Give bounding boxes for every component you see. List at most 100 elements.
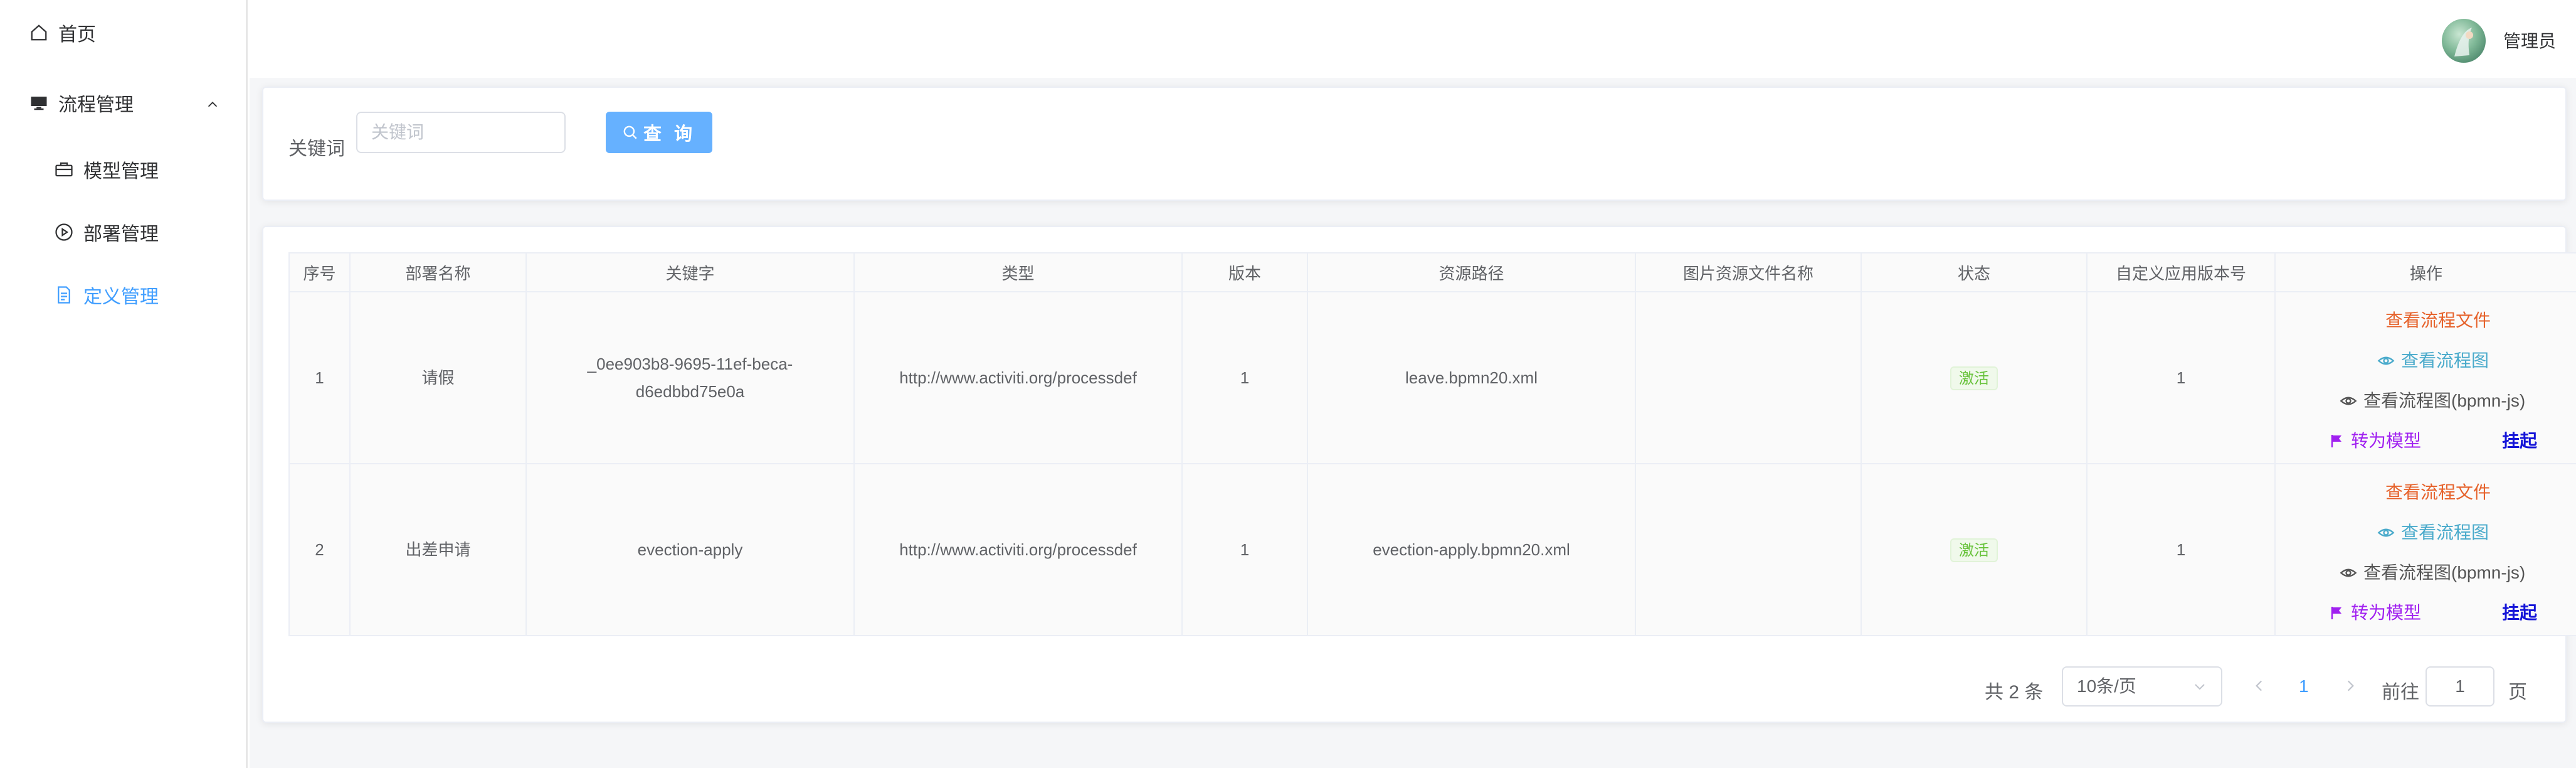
avatar[interactable]	[2442, 19, 2486, 63]
table-row: 1 请假 _0ee903b8-9695-11ef-beca- d6edbbd75…	[288, 291, 2576, 464]
column-header-actions: 操作	[2274, 252, 2576, 292]
table-header-row: 序号 部署名称 关键字 类型 版本 资源路径 图片资源文件名称 状态 自定义应用…	[288, 252, 2576, 292]
sidebar-item-home[interactable]: 首页	[0, 1, 246, 64]
chevron-up-icon	[206, 95, 219, 117]
definitions-table: 序号 部署名称 关键字 类型 版本 资源路径 图片资源文件名称 状态 自定义应用…	[288, 252, 2576, 636]
sidebar-item-label: 流程管理	[58, 95, 134, 115]
cell-key: evection-apply	[525, 463, 855, 636]
view-process-file-link[interactable]: 查看流程文件	[2385, 479, 2491, 506]
prev-page-button[interactable]	[2251, 678, 2267, 694]
view-bpmn-label: 查看流程图(bpmn-js)	[2363, 391, 2526, 410]
pagination: 共 2 条 10条/页 1 前往 1 页	[263, 666, 2565, 710]
page-number-current[interactable]: 1	[2299, 676, 2309, 696]
sidebar-item-label: 首页	[58, 24, 96, 45]
view-bpmn-label: 查看流程图(bpmn-js)	[2363, 563, 2526, 582]
column-header-resource: 资源路径	[1307, 252, 1636, 292]
sidebar-item-definition-management[interactable]: 定义管理	[0, 264, 246, 326]
cell-name: 请假	[349, 291, 527, 464]
cell-version: 1	[1181, 463, 1308, 636]
document-icon	[53, 284, 75, 306]
column-header-version: 版本	[1181, 252, 1308, 292]
page-size-value: 10条/页	[2077, 676, 2136, 696]
eye-icon	[2340, 392, 2357, 410]
sidebar-item-label: 部署管理	[83, 224, 159, 245]
view-bpmn-link[interactable]: 查看流程图(bpmn-js)	[2340, 559, 2525, 587]
cell-key-line: d6edbbd75e0a	[635, 382, 745, 401]
column-header-app-version: 自定义应用版本号	[2086, 252, 2276, 292]
sidebar-item-label: 定义管理	[83, 287, 159, 307]
page-suffix: 页	[2508, 682, 2527, 703]
sidebar-item-model-management[interactable]: 模型管理	[0, 138, 246, 201]
cell-app-version: 1	[2086, 463, 2276, 636]
eye-icon	[2377, 524, 2395, 541]
goto-label: 前往	[2382, 682, 2419, 703]
view-bpmn-link[interactable]: 查看流程图(bpmn-js)	[2340, 387, 2525, 415]
monitor-icon	[28, 92, 50, 114]
view-diagram-label: 查看流程图	[2401, 523, 2489, 542]
total-count: 共 2 条	[1985, 682, 2044, 703]
search-icon	[622, 124, 638, 141]
column-header-index: 序号	[288, 252, 351, 292]
cell-key: _0ee903b8-9695-11ef-beca- d6edbbd75e0a	[525, 291, 855, 464]
top-bar: 管理员	[250, 0, 2576, 78]
sidebar-item-deploy-management[interactable]: 部署管理	[0, 201, 246, 264]
table-row: 2 出差申请 evection-apply http://www.activit…	[288, 463, 2576, 636]
view-diagram-link[interactable]: 查看流程图	[2377, 519, 2489, 547]
table-panel: 序号 部署名称 关键字 类型 版本 资源路径 图片资源文件名称 状态 自定义应用…	[262, 226, 2576, 723]
main-area: 管理员 关键词 查 询 序号 部署名称 关键字 类型	[250, 0, 2576, 768]
keyword-label: 关键词	[288, 139, 345, 159]
sidebar-item-label: 模型管理	[83, 161, 159, 182]
goto-page-input[interactable]: 1	[2426, 666, 2494, 707]
column-header-name: 部署名称	[349, 252, 527, 292]
query-button-label: 查 询	[643, 124, 697, 144]
cell-resource: leave.bpmn20.xml	[1307, 291, 1636, 464]
view-diagram-link[interactable]: 查看流程图	[2377, 347, 2489, 375]
cell-key-line: evection-apply	[637, 540, 743, 559]
cell-version: 1	[1181, 291, 1308, 464]
keyword-input[interactable]	[356, 112, 566, 153]
username[interactable]: 管理员	[2503, 28, 2556, 53]
column-header-key: 关键字	[525, 252, 855, 292]
status-badge: 激活	[1950, 538, 1998, 562]
cell-actions: 查看流程文件 查看流程图 查看流程图(bpmn-js) 转为模型 挂起	[2274, 463, 2576, 636]
sidebar-item-process-management[interactable]: 流程管理	[0, 72, 246, 134]
eye-icon	[2377, 352, 2395, 370]
cell-index: 1	[288, 291, 351, 464]
view-process-file-link[interactable]: 查看流程文件	[2385, 307, 2491, 334]
cell-actions: 查看流程文件 查看流程图 查看流程图(bpmn-js) 转为模型 挂起	[2274, 291, 2576, 464]
cell-resource: evection-apply.bpmn20.xml	[1307, 463, 1636, 636]
suspend-link[interactable]: 挂起	[2502, 427, 2537, 455]
status-badge: 激活	[1950, 366, 1998, 390]
view-diagram-label: 查看流程图	[2401, 351, 2489, 370]
briefcase-icon	[53, 159, 75, 180]
flag-icon	[2330, 605, 2345, 621]
column-header-image-resource: 图片资源文件名称	[1635, 252, 1862, 292]
convert-to-model-link[interactable]: 转为模型	[2330, 599, 2421, 627]
next-page-button[interactable]	[2342, 678, 2358, 694]
cell-type: http://www.activiti.org/processdef	[853, 291, 1183, 464]
cell-name: 出差申请	[349, 463, 527, 636]
suspend-link[interactable]: 挂起	[2502, 599, 2537, 627]
query-button[interactable]: 查 询	[606, 112, 712, 153]
chevron-down-icon	[2192, 679, 2207, 694]
cell-app-version: 1	[2086, 291, 2276, 464]
cell-key-line: _0ee903b8-9695-11ef-beca-	[587, 355, 793, 373]
cell-type: http://www.activiti.org/processdef	[853, 463, 1183, 636]
cell-index: 2	[288, 463, 351, 636]
column-header-status: 状态	[1861, 252, 2088, 292]
home-icon	[28, 22, 50, 43]
cell-image-resource	[1635, 291, 1862, 464]
cell-image-resource	[1635, 463, 1862, 636]
play-circle-icon	[53, 221, 75, 243]
column-header-type: 类型	[853, 252, 1183, 292]
sidebar: 首页 流程管理 模型管理 部署管理 定义管理	[0, 0, 248, 768]
page-size-select[interactable]: 10条/页	[2062, 666, 2222, 707]
flag-icon	[2330, 434, 2345, 449]
cell-status: 激活	[1861, 463, 2088, 636]
convert-to-model-link[interactable]: 转为模型	[2330, 427, 2421, 455]
eye-icon	[2340, 564, 2357, 582]
convert-to-model-label: 转为模型	[2351, 431, 2422, 451]
convert-to-model-label: 转为模型	[2351, 603, 2422, 622]
cell-status: 激活	[1861, 291, 2088, 464]
search-panel: 关键词 查 询	[262, 87, 2567, 201]
